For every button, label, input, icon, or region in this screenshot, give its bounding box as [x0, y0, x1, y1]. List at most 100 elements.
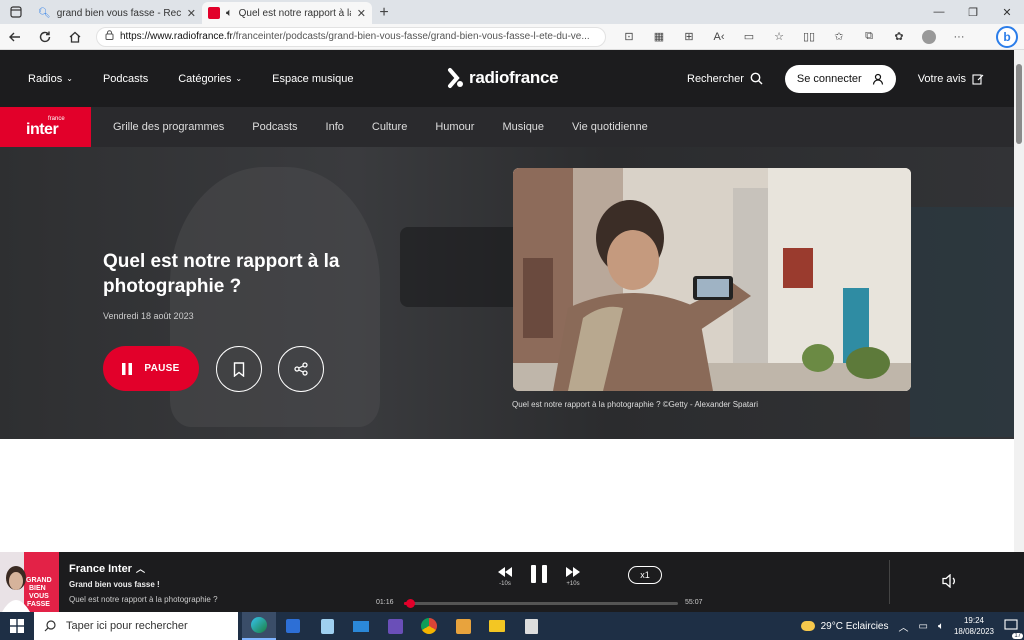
bookmark-button[interactable] [216, 346, 262, 392]
nav-podcasts[interactable]: Podcasts [103, 73, 148, 85]
station-nav-musique[interactable]: Musique [502, 121, 544, 133]
word-app-icon[interactable] [378, 612, 412, 640]
extension-icon[interactable]: ✿ [884, 24, 914, 50]
forward-icon [566, 567, 580, 577]
profile-avatar[interactable] [914, 24, 944, 50]
artwork-text-line: BIEN [29, 585, 46, 592]
search-icon [44, 620, 56, 632]
episode-date: Vendredi 18 août 2023 [103, 311, 194, 321]
rewind-10-button[interactable]: -10s [497, 566, 513, 587]
progress-handle[interactable] [406, 599, 416, 608]
notepad-app-icon[interactable] [310, 612, 344, 640]
refresh-icon[interactable] [30, 24, 60, 50]
close-window-icon[interactable]: ✕ [990, 0, 1024, 24]
more-menu-icon[interactable]: ··· [944, 24, 974, 50]
scrollbar-thumb[interactable] [1016, 64, 1022, 144]
forward-10-button[interactable]: +10s [565, 566, 581, 587]
close-tab-icon[interactable]: ✕ [187, 7, 196, 20]
nav-radios[interactable]: Radios ⌄ [28, 73, 73, 85]
notification-icon[interactable]: 17 [1004, 618, 1023, 639]
collections-icon[interactable]: ⧉ [854, 24, 884, 50]
browser-tab-search[interactable]: 🔍︎ grand bien vous fasse - Recherche ✕ [32, 2, 202, 24]
header-actions: Rechercher Se connecter Votre avis [687, 50, 984, 107]
immersive-reader-icon[interactable]: ▭ [734, 24, 764, 50]
minimize-icon[interactable]: — [922, 0, 956, 24]
favorites-icon[interactable]: ✩ [824, 24, 854, 50]
url-host: https://www.radiofrance.fr [120, 31, 233, 42]
station-nav-items: Grille des programmes Podcasts Info Cult… [113, 121, 648, 133]
episode-title: Quel est notre rapport à la photographie… [103, 251, 340, 297]
read-aloud-icon[interactable]: A‹ [704, 24, 734, 50]
taskbar-search-input[interactable]: Taper ici pour rechercher [34, 612, 238, 640]
playback-speed-button[interactable]: x1 [628, 566, 662, 584]
chrome-app-icon[interactable] [412, 612, 446, 640]
edge-app-icon[interactable] [242, 612, 276, 640]
home-icon[interactable] [60, 24, 90, 50]
document-app-icon[interactable] [514, 612, 548, 640]
split-screen-icon[interactable]: ▯▯ [794, 24, 824, 50]
store-app-icon[interactable] [276, 612, 310, 640]
share-icon [294, 362, 308, 376]
audio-player: GRAND BIEN VOUS FASSE France Inter ︿ Gra… [0, 552, 1024, 612]
station-nav-grille[interactable]: Grille des programmes [113, 121, 224, 133]
address-bar[interactable]: https://www.radiofrance.fr/franceinter/p… [96, 26, 606, 47]
tray-volume-icon[interactable]: 🔈︎ [938, 621, 944, 632]
show-artwork[interactable]: GRAND BIEN VOUS FASSE [0, 552, 59, 612]
player-divider [889, 560, 890, 604]
station-nav-culture[interactable]: Culture [372, 121, 407, 133]
nav-categories[interactable]: Catégories ⌄ [178, 73, 242, 85]
chevron-up-icon: ︿ [135, 564, 145, 574]
back-icon[interactable] [0, 24, 30, 50]
address-actions: ⊡ ▦ ⊞ A‹ ▭ ☆ ▯▯ ✩ ⧉ ✿ ··· [614, 24, 974, 50]
radiofrance-logo[interactable]: radiofrance [447, 67, 559, 89]
nav-espace-musique[interactable]: Espace musique [272, 73, 353, 85]
station-nav-vie-quotidienne[interactable]: Vie quotidienne [572, 121, 648, 133]
browser-tab-active[interactable]: 🔈︎ Quel est notre rapport à la photograp… [202, 2, 372, 24]
hero-background-blur [400, 227, 520, 307]
player-pause-button[interactable] [530, 564, 548, 584]
show-name[interactable]: Grand bien vous fasse ! [69, 580, 218, 589]
page-scrollbar[interactable] [1014, 50, 1024, 552]
network-icon[interactable]: ▭ [919, 621, 928, 632]
edit-icon [972, 73, 984, 85]
station-selector[interactable]: France Inter ︿ [69, 562, 218, 575]
share-button[interactable] [278, 346, 324, 392]
search-button[interactable]: Rechercher [687, 72, 763, 85]
apps-icon[interactable]: ⊞ [674, 24, 704, 50]
new-tab-button[interactable]: + [372, 2, 396, 24]
france-inter-logo[interactable]: france inter [0, 107, 91, 147]
station-nav-podcasts[interactable]: Podcasts [252, 121, 297, 133]
progress-bar[interactable] [404, 599, 678, 608]
weather-widget[interactable]: 29°C Eclaircies [800, 621, 889, 632]
feedback-button[interactable]: Votre avis [918, 73, 984, 85]
url-path: /franceinter/podcasts/grand-bien-vous-fa… [232, 31, 590, 42]
bing-icon[interactable]: b [996, 25, 1018, 48]
station-nav-info[interactable]: Info [326, 121, 344, 133]
app-icon[interactable] [446, 612, 480, 640]
mail-app-icon[interactable] [344, 612, 378, 640]
elapsed-time: 01:16 [376, 599, 394, 606]
episode-cover-image [513, 168, 911, 391]
chevron-up-icon[interactable]: ︿ [899, 619, 909, 634]
windows-start-icon[interactable] [0, 612, 34, 640]
artwork-text-line: GRAND [26, 577, 52, 584]
tab-actions-icon[interactable] [0, 0, 32, 24]
chevron-down-icon: ⌄ [235, 74, 243, 83]
close-tab-icon[interactable]: ✕ [357, 7, 366, 20]
volume-icon [942, 573, 955, 589]
file-explorer-icon[interactable] [480, 612, 514, 640]
login-button[interactable]: Se connecter [784, 64, 896, 93]
restore-icon[interactable]: ❐ [956, 0, 990, 24]
clock[interactable]: 19:24 18/08/2023 [954, 615, 994, 637]
episode-name[interactable]: Quel est notre rapport à la photographie… [69, 595, 218, 604]
app-available-icon[interactable]: ⊡ [614, 24, 644, 50]
notification-count: 17 [1012, 632, 1023, 639]
favorite-star-icon[interactable]: ☆ [764, 24, 794, 50]
pause-button[interactable]: PAUSE [103, 346, 199, 391]
pause-icon [531, 565, 547, 583]
hero-background-blur [910, 207, 1014, 437]
speaker-icon[interactable]: 🔈︎ [226, 7, 233, 20]
qr-icon[interactable]: ▦ [644, 24, 674, 50]
volume-button[interactable] [942, 573, 958, 593]
station-nav-humour[interactable]: Humour [435, 121, 474, 133]
